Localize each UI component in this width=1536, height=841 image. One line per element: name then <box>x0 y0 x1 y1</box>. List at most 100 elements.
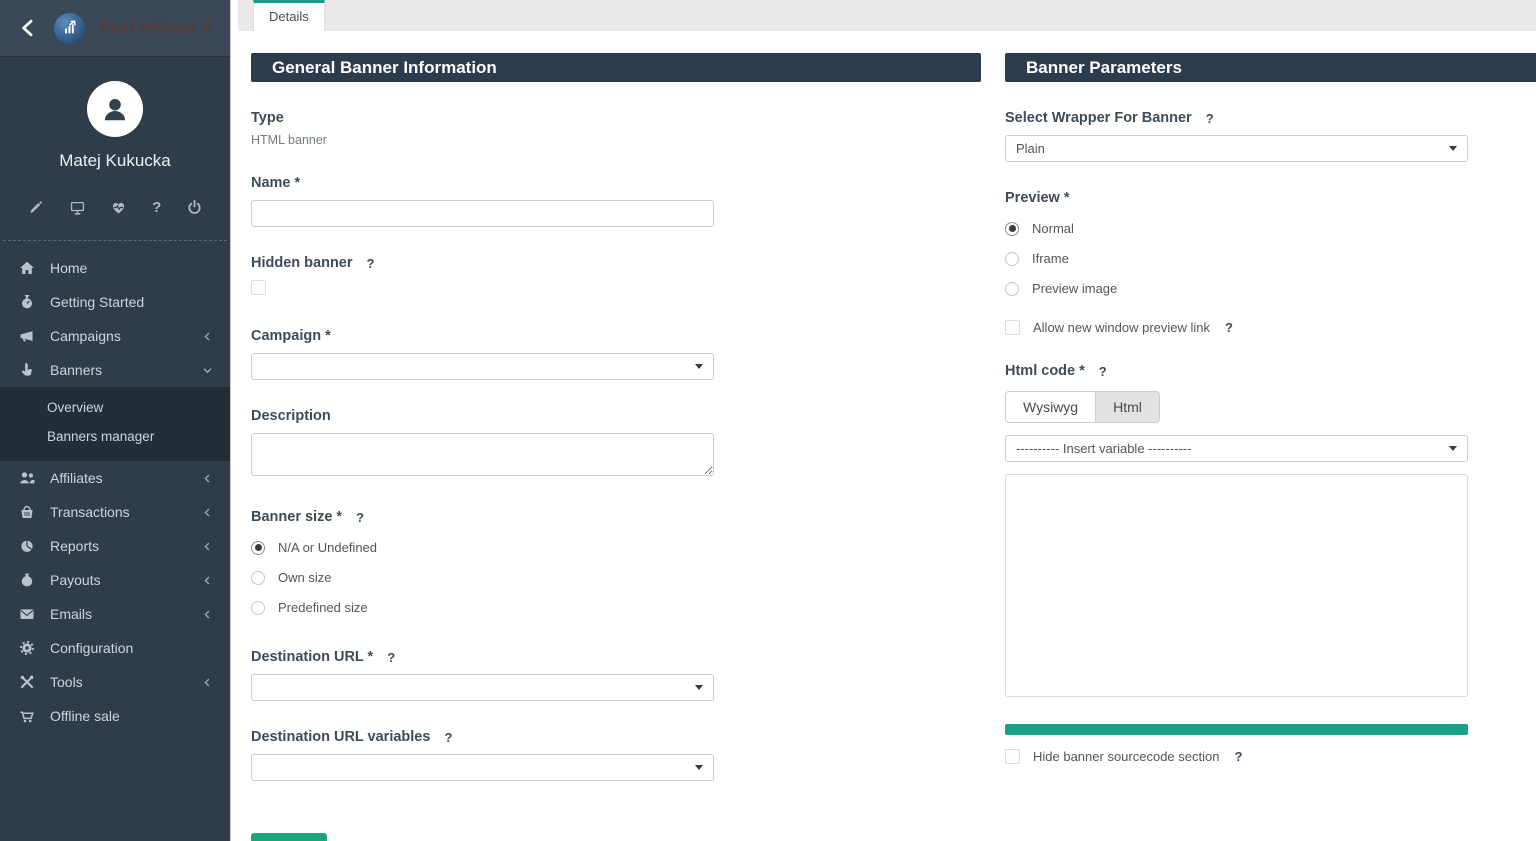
sidebar-header: Post Affiliate Pro <box>0 0 230 57</box>
banner-size-option-na[interactable]: N/A or Undefined <box>251 540 714 555</box>
back-button[interactable] <box>18 18 38 38</box>
type-field: Type HTML banner <box>251 110 714 147</box>
avatar[interactable] <box>87 81 143 137</box>
hidden-banner-checkbox[interactable] <box>251 280 266 295</box>
sidebar: Post Affiliate Pro Matej Kukucka ? <box>0 0 231 841</box>
destination-url-select[interactable] <box>251 674 714 701</box>
help-icon[interactable]: ? <box>1099 364 1107 379</box>
pie-chart-icon <box>17 538 37 554</box>
help-icon[interactable]: ? <box>367 256 375 271</box>
allow-new-window-row[interactable]: Allow new window preview link ? <box>1005 320 1468 335</box>
description-textarea[interactable] <box>251 433 714 476</box>
wrapper-select-value: Plain <box>1016 141 1045 156</box>
preview-option-normal[interactable]: Normal <box>1005 221 1468 236</box>
create-button[interactable]: Create <box>251 833 328 841</box>
wrapper-select[interactable]: Plain <box>1005 135 1468 162</box>
html-code-label: Html code * <box>1005 363 1085 379</box>
help-icon[interactable]: ? <box>1206 111 1214 126</box>
cart-icon <box>17 708 37 724</box>
hide-sourcecode-checkbox[interactable] <box>1005 749 1020 764</box>
html-code-textarea[interactable] <box>1005 474 1468 697</box>
sidebar-item-home[interactable]: Home <box>0 251 230 285</box>
users-icon <box>17 470 37 486</box>
help-icon[interactable]: ? <box>444 730 452 745</box>
destination-url-label: Destination URL * <box>251 649 374 665</box>
sidebar-item-label: Campaigns <box>50 328 121 344</box>
edit-profile-icon[interactable] <box>27 199 44 216</box>
banner-size-option-predefined[interactable]: Predefined size <box>251 600 714 615</box>
wrapper-field: Select Wrapper For Banner ? Plain <box>1005 110 1468 162</box>
sidebar-item-configuration[interactable]: Configuration <box>0 631 230 665</box>
sidebar-item-label: Payouts <box>50 572 101 588</box>
megaphone-icon <box>17 328 37 344</box>
campaign-label: Campaign * <box>251 328 331 344</box>
radio-label: N/A or Undefined <box>278 540 378 555</box>
sidebar-subitem-banners-manager[interactable]: Banners manager <box>0 422 230 451</box>
submenu-item-label: Banners manager <box>47 429 155 444</box>
sidebar-item-label: Emails <box>50 606 93 622</box>
basket-icon <box>17 504 37 520</box>
sidebar-item-transactions[interactable]: Transactions <box>0 495 230 529</box>
tab-html[interactable]: Html <box>1095 392 1159 422</box>
help-icon[interactable]: ? <box>356 510 364 525</box>
sidebar-item-emails[interactable]: Emails <box>0 597 230 631</box>
banner-size-option-own[interactable]: Own size <box>251 570 714 585</box>
preview-option-iframe[interactable]: Iframe <box>1005 251 1468 266</box>
tab-details[interactable]: Details <box>253 0 325 31</box>
sidebar-item-getting-started[interactable]: Getting Started <box>0 285 230 319</box>
tab-wysiwyg[interactable]: Wysiwyg <box>1006 392 1096 422</box>
editor-mode-toggle: Wysiwyg Html <box>1005 391 1160 423</box>
sidebar-subitem-overview[interactable]: Overview <box>0 393 230 422</box>
insert-variable-select[interactable]: ---------- Insert variable ---------- <box>1005 435 1468 462</box>
chevron-left-icon <box>22 19 33 37</box>
destination-url-variables-select[interactable] <box>251 754 714 781</box>
destination-url-field: Destination URL * ? <box>251 649 714 701</box>
banner-size-label: Banner size * <box>251 509 343 525</box>
description-label: Description <box>251 408 331 424</box>
hidden-banner-label: Hidden banner <box>251 255 353 271</box>
caret-down-icon <box>1449 446 1457 451</box>
chevron-left-icon <box>202 677 213 688</box>
radio-icon <box>1005 221 1019 236</box>
money-bag-icon <box>17 572 37 588</box>
campaign-select[interactable] <box>251 353 714 380</box>
radio-icon <box>251 600 265 615</box>
help-icon[interactable]: ? <box>387 650 395 665</box>
hide-sourcecode-row[interactable]: Hide banner sourcecode section ? <box>1005 749 1468 764</box>
main-content: Details General Banner Information Type … <box>231 0 1536 841</box>
sidebar-item-label: Transactions <box>50 504 130 520</box>
sidebar-item-label: Affiliates <box>50 470 103 486</box>
caret-down-icon <box>695 685 703 690</box>
allow-new-window-checkbox[interactable] <box>1005 320 1020 335</box>
power-icon[interactable] <box>186 199 203 216</box>
help-icon[interactable]: ? <box>152 199 161 216</box>
sidebar-item-reports[interactable]: Reports <box>0 529 230 563</box>
sidebar-item-payouts[interactable]: Payouts <box>0 563 230 597</box>
app-logo-icon <box>54 12 85 44</box>
type-label: Type <box>251 110 284 126</box>
name-input[interactable] <box>251 200 714 227</box>
envelope-icon <box>17 606 37 622</box>
sidebar-item-label: Reports <box>50 538 100 554</box>
sidebar-item-offline-sale[interactable]: Offline sale <box>0 699 230 733</box>
person-icon <box>104 98 126 121</box>
screen-icon[interactable] <box>69 199 86 216</box>
banner-parameters-panel: Banner Parameters Select Wrapper For Ban… <box>1005 53 1536 841</box>
panel-title: General Banner Information <box>251 53 981 82</box>
insert-variable-value: ---------- Insert variable ---------- <box>1016 441 1192 456</box>
heartbeat-icon[interactable] <box>110 199 127 216</box>
preview-option-preview-image[interactable]: Preview image <box>1005 281 1468 296</box>
sidebar-item-label: Getting Started <box>50 294 145 310</box>
radio-icon <box>251 570 265 585</box>
name-label: Name * <box>251 175 301 191</box>
chevron-left-icon <box>202 331 213 342</box>
sidebar-item-campaigns[interactable]: Campaigns <box>0 319 230 353</box>
help-icon[interactable]: ? <box>1225 320 1233 335</box>
help-icon[interactable]: ? <box>1234 749 1242 764</box>
form-content: General Banner Information Type HTML ban… <box>231 31 1536 841</box>
sidebar-item-affiliates[interactable]: Affiliates <box>0 461 230 495</box>
sidebar-item-banners[interactable]: Banners <box>0 353 230 387</box>
banner-size-field: Banner size * ? N/A or Undefined Own siz… <box>251 509 714 615</box>
radio-label: Preview image <box>1032 281 1118 296</box>
sidebar-item-tools[interactable]: Tools <box>0 665 230 699</box>
